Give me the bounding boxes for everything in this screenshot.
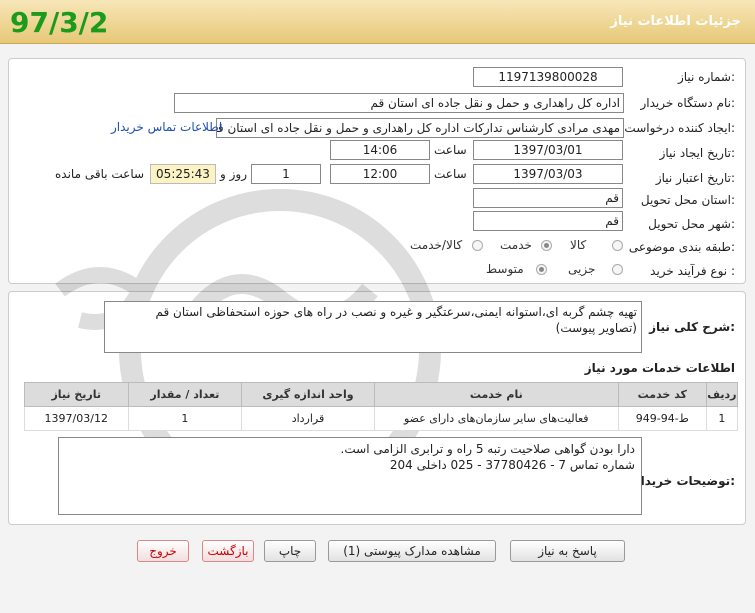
summary-label: شرح کلی نیاز: — [649, 320, 735, 334]
buyer-notes-line-1: دارا بودن گواهی صلاحیت رتبه 5 راه و تراب… — [340, 442, 635, 456]
city-field: قم — [473, 211, 623, 231]
city-label: شهر محل تحویل: — [648, 217, 735, 231]
services-header-row: ردیف کد خدمت نام خدمت واحد اندازه گیری ت… — [24, 382, 739, 407]
province-label: استان محل تحویل: — [640, 193, 735, 207]
category-goods-label: کالا — [570, 238, 587, 252]
validity-date-field: 1397/03/03 — [473, 164, 623, 184]
created-time-label: ساعت — [434, 143, 467, 157]
created-date-field: 1397/03/01 — [473, 140, 623, 160]
category-goods-service-radio[interactable] — [472, 240, 483, 251]
remaining-days-field: 1 — [251, 164, 321, 184]
requester-field: مهدی مرادی کارشناس تدارکات اداره کل راهد… — [216, 118, 624, 138]
requester-label: ایجاد کننده درخواست: — [624, 121, 735, 135]
days-label: روز و — [220, 167, 247, 181]
province-field: قم — [473, 188, 623, 208]
col-service-code: کد خدمت — [617, 382, 707, 407]
validity-time-field: 12:00 — [330, 164, 430, 184]
cell-row: 1 — [705, 406, 739, 431]
reply-button[interactable]: پاسخ به نیاز — [510, 540, 625, 562]
category-goods-radio[interactable] — [612, 240, 623, 251]
process-minor-label: جزیی — [568, 262, 596, 276]
validity-time-label: ساعت — [434, 167, 467, 181]
created-time-field: 14:06 — [330, 140, 430, 160]
process-label: نوع فرآیند خرید : — [650, 264, 735, 278]
cell-unit: قرارداد — [241, 406, 375, 431]
buyer-org-label: نام دستگاه خریدار: — [640, 96, 736, 110]
category-service-label: خدمت — [500, 238, 532, 252]
col-row: ردیف — [705, 382, 739, 407]
summary-box: تهیه چشم گربه ای،استوانه ایمنی،سرعتگیر و… — [104, 301, 642, 353]
buyer-contact-link[interactable]: اطلاعات تماس خریدار — [111, 120, 222, 134]
buyer-notes-line-2: شماره تماس 7 - 37780426 - 025 داخلی 204 — [389, 458, 635, 472]
services-title: اطلاعات خدمات مورد نیاز — [584, 361, 735, 375]
process-medium-radio[interactable] — [536, 264, 547, 275]
cell-need-date: 1397/03/12 — [24, 406, 129, 431]
cell-service-name: فعالیت‌های سایر سازمان‌های دارای عضو — [373, 406, 619, 431]
process-medium-label: متوسط — [486, 262, 524, 276]
exit-button[interactable]: خروج — [137, 540, 189, 562]
summary-line-1: تهیه چشم گربه ای،استوانه ایمنی،سرعتگیر و… — [155, 305, 638, 319]
print-button[interactable]: چاپ — [264, 540, 316, 562]
page-title: جزئیات اطلاعات نیاز — [610, 14, 741, 29]
buyer-notes-box: دارا بودن گواهی صلاحیت رتبه 5 راه و تراب… — [58, 437, 642, 515]
col-need-date: تاریخ نیاز — [24, 382, 129, 407]
summary-line-2: (تصاویر پیوست) — [555, 321, 637, 335]
page-header: جزئیات اطلاعات نیاز 97/3/2 — [0, 0, 755, 44]
category-service-radio[interactable] — [541, 240, 552, 251]
back-button[interactable]: بازگشت — [202, 540, 254, 562]
buyer-org-field: اداره کل راهداری و حمل و نقل جاده ای است… — [174, 93, 624, 113]
cell-quantity: 1 — [127, 406, 243, 431]
col-service-name: نام خدمت — [373, 382, 619, 407]
date-stamp: 97/3/2 — [10, 6, 109, 39]
col-unit: واحد اندازه گیری — [241, 382, 375, 407]
need-number-field: 1197139800028 — [473, 67, 623, 87]
services-table: ردیف کد خدمت نام خدمت واحد اندازه گیری ت… — [24, 382, 739, 431]
buyer-notes-label: توضیحات خریدار: — [633, 474, 735, 488]
category-goods-service-label: کالا/خدمت — [410, 238, 463, 252]
col-quantity: تعداد / مقدار — [127, 382, 243, 407]
table-row: 1 ط-94-949 فعالیت‌های سایر سازمان‌های دا… — [24, 406, 739, 431]
need-number-label: شماره نیاز: — [677, 70, 735, 84]
remaining-label: ساعت باقی مانده — [55, 167, 145, 181]
view-attachments-button[interactable]: مشاهده مدارک پیوستی (1) — [328, 540, 496, 562]
category-label: طبقه بندی موضوعی: — [628, 240, 735, 254]
validity-date-label: تاریخ اعتبار نیاز: — [655, 171, 735, 185]
cell-service-code: ط-94-949 — [617, 406, 707, 431]
created-date-label: تاریخ ایجاد نیاز: — [659, 146, 735, 160]
remaining-time-field: 05:25:43 — [150, 164, 216, 184]
process-minor-radio[interactable] — [612, 264, 623, 275]
